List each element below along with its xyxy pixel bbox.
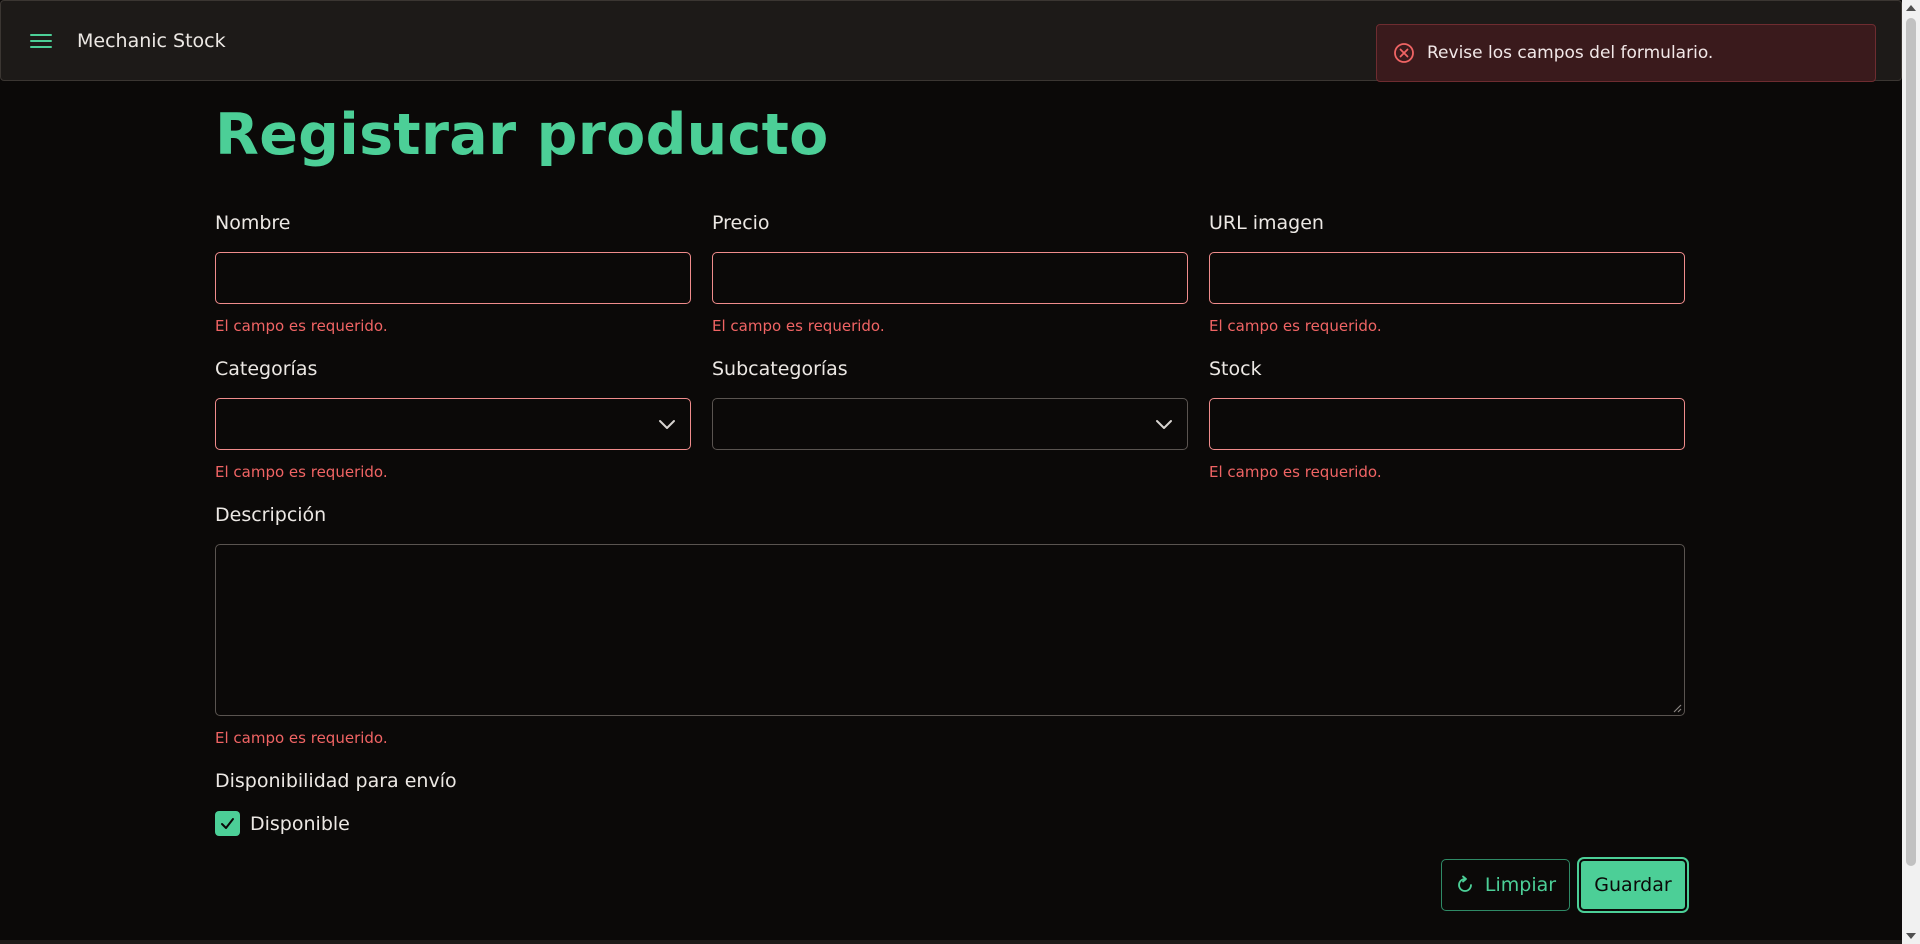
field-label: URL imagen <box>1209 212 1324 234</box>
toast-message: Revise los campos del formulario. <box>1427 43 1714 63</box>
error-message: El campo es requerido. <box>215 317 388 335</box>
disponible-label: Disponible <box>250 812 350 835</box>
scroll-thumb[interactable] <box>1906 18 1916 866</box>
disponible-checkbox-row[interactable]: Disponible <box>215 811 350 836</box>
disponible-checkbox[interactable] <box>215 811 240 836</box>
field-precio: Precio El campo es requerido. <box>712 211 1188 335</box>
field-subcategorias: Subcategorías <box>712 357 1188 450</box>
field-stock: Stock El campo es requerido. <box>1209 357 1685 481</box>
categorias-select[interactable] <box>215 398 691 450</box>
error-message: El campo es requerido. <box>712 317 885 335</box>
clear-button[interactable]: Limpiar <box>1441 859 1570 911</box>
field-label: Descripción <box>215 504 327 526</box>
error-message: El campo es requerido. <box>215 729 388 747</box>
field-label: Categorías <box>215 358 318 380</box>
field-label: Subcategorías <box>712 358 848 380</box>
vertical-scrollbar[interactable] <box>1902 0 1920 944</box>
clear-button-label: Limpiar <box>1484 874 1557 896</box>
field-categorias: Categorías El campo es requerido. <box>215 357 691 481</box>
error-circle-x-icon <box>1394 43 1414 63</box>
bottom-divider <box>0 940 1902 944</box>
hamburger-menu-icon <box>30 33 52 48</box>
field-label: Precio <box>712 212 770 234</box>
check-icon <box>221 818 234 829</box>
chevron-down-icon <box>1156 420 1172 429</box>
error-message: El campo es requerido. <box>1209 317 1382 335</box>
resize-grip-icon[interactable] <box>1672 703 1682 713</box>
error-message: El campo es requerido. <box>215 463 388 481</box>
field-url-imagen: URL imagen El campo es requerido. <box>1209 211 1685 335</box>
scroll-down-arrow-icon[interactable] <box>1906 933 1916 939</box>
error-toast[interactable]: Revise los campos del formulario. <box>1376 24 1876 82</box>
menu-button[interactable] <box>21 21 61 61</box>
field-nombre: Nombre El campo es requerido. <box>215 211 691 335</box>
refresh-icon <box>1458 875 1472 892</box>
field-label: Stock <box>1209 358 1262 380</box>
chevron-down-icon <box>659 420 675 429</box>
precio-input[interactable] <box>712 252 1188 304</box>
shipping-label: Disponibilidad para envío <box>215 770 457 792</box>
field-label: Nombre <box>215 212 291 234</box>
stock-input[interactable] <box>1209 398 1685 450</box>
nombre-input[interactable] <box>215 252 691 304</box>
scroll-up-arrow-icon[interactable] <box>1906 5 1916 11</box>
app-root: Mechanic Stock Revise los campos del for… <box>0 0 1920 944</box>
save-button[interactable]: Guardar <box>1579 859 1687 911</box>
page-title: Registrar producto <box>215 102 829 168</box>
descripcion-textarea[interactable] <box>215 544 1685 716</box>
subcategorias-select[interactable] <box>712 398 1188 450</box>
app-title: Mechanic Stock <box>77 29 226 52</box>
url-imagen-input[interactable] <box>1209 252 1685 304</box>
error-message: El campo es requerido. <box>1209 463 1382 481</box>
field-descripcion: Descripción El campo es requerido. <box>215 503 1685 747</box>
save-button-label: Guardar <box>1594 874 1672 896</box>
